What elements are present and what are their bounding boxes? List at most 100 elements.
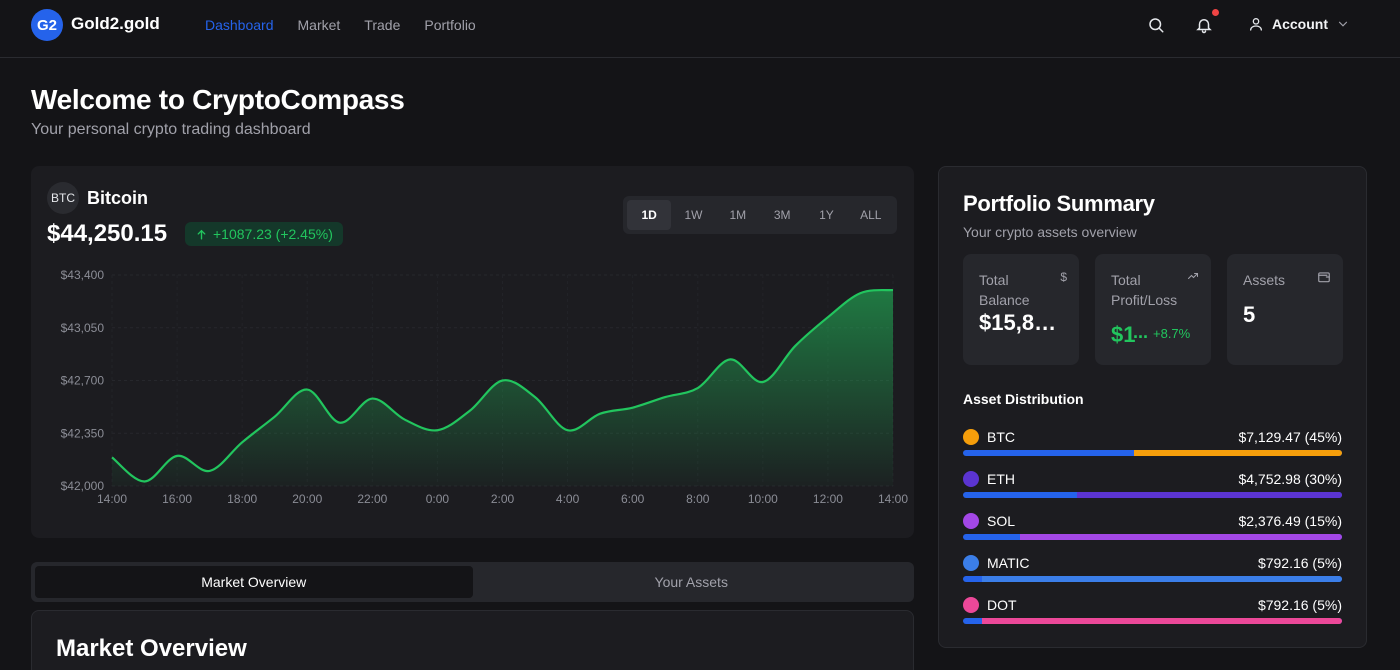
y-tick-label: $42,350 — [61, 426, 105, 440]
main-nav: Dashboard Market Trade Portfolio — [205, 17, 500, 33]
price-change-value: +1087.23 (+2.45%) — [213, 226, 333, 242]
coin-price: $44,250.15 — [47, 220, 168, 247]
page-subtitle: Your personal crypto trading dashboard — [31, 121, 311, 138]
page-title: Welcome to CryptoCompass — [31, 84, 405, 115]
coin-name: Bitcoin — [87, 188, 148, 208]
asset-progress-fill — [981, 618, 1342, 624]
asset-progress-bar — [963, 576, 1342, 582]
nav-portfolio[interactable]: Portfolio — [424, 17, 475, 33]
stat-percent-change: ... +8.7% — [1133, 322, 1191, 342]
arrow-up-icon — [197, 229, 206, 240]
x-tick-label: 10:00 — [748, 492, 778, 506]
range-1y[interactable]: 1Y — [804, 200, 848, 230]
stat-value: 5 — [1243, 302, 1256, 327]
asset-value: $2,376.49 (15%) — [1238, 513, 1342, 529]
market-overview-card: Market Overview — [31, 610, 914, 670]
asset-progress-fill — [1133, 450, 1342, 456]
asset-progress-fill — [1076, 492, 1342, 498]
asset-value: $4,752.98 (30%) — [1238, 471, 1342, 487]
asset-symbol: MATIC — [987, 555, 1030, 571]
y-tick-label: $43,400 — [61, 268, 105, 282]
asset-row-btc[interactable]: BTC $7,129.47 (45%) — [963, 428, 1342, 456]
stat-ellipsis: ... — [1133, 322, 1149, 342]
x-tick-label: 0:00 — [426, 492, 450, 506]
asset-row-sol[interactable]: SOL $2,376.49 (15%) — [963, 512, 1342, 540]
range-3m[interactable]: 3M — [760, 200, 804, 230]
asset-symbol: SOL — [987, 513, 1016, 529]
asset-progress-bar — [963, 492, 1342, 498]
range-1d[interactable]: 1D — [627, 200, 672, 230]
stat-value: $1,267.45 — [1111, 322, 1135, 347]
range-1w[interactable]: 1W — [671, 200, 715, 230]
stat-value: $15,843.06 — [979, 310, 1065, 335]
asset-row-eth[interactable]: ETH $4,752.98 (30%) — [963, 470, 1342, 498]
top-navbar: G2 Gold2.gold Dashboard Market Trade Por… — [0, 0, 1400, 58]
asset-color-dot — [963, 597, 979, 613]
price-area-chart[interactable]: $43,400$43,050$42,700$42,350$42,00014:00… — [31, 261, 914, 521]
market-overview-title: Market Overview — [56, 635, 247, 662]
portfolio-subtitle: Your crypto assets overview — [963, 224, 1137, 240]
x-tick-label: 14:00 — [97, 492, 127, 506]
stat-label: Total Profit/Loss — [1111, 272, 1178, 308]
nav-dashboard[interactable]: Dashboard — [205, 17, 274, 33]
portfolio-title: Portfolio Summary — [963, 191, 1155, 216]
price-chart-card: BTC Bitcoin $44,250.15 +1087.23 (+2.45%)… — [31, 166, 914, 538]
nav-trade[interactable]: Trade — [364, 17, 400, 33]
x-tick-label: 16:00 — [162, 492, 192, 506]
stat-total-profit-loss: Total Profit/Loss $1,267.45 ... +8.7% — [1095, 254, 1211, 365]
tab-your-assets[interactable]: Your Assets — [473, 566, 911, 598]
asset-color-dot — [963, 513, 979, 529]
chevron-down-icon — [1338, 21, 1348, 27]
x-tick-label: 20:00 — [292, 492, 322, 506]
price-change-badge: +1087.23 (+2.45%) — [185, 222, 343, 246]
x-tick-label: 8:00 — [686, 492, 710, 506]
asset-value: $7,129.47 (45%) — [1238, 429, 1342, 445]
asset-color-dot — [963, 429, 979, 445]
x-tick-label: 4:00 — [556, 492, 580, 506]
asset-progress-bar — [963, 534, 1342, 540]
asset-progress-fill — [1019, 534, 1342, 540]
trending-up-icon — [1188, 273, 1198, 279]
asset-progress-bar — [963, 618, 1342, 624]
x-tick-label: 6:00 — [621, 492, 645, 506]
x-tick-label: 18:00 — [227, 492, 257, 506]
x-tick-label: 22:00 — [357, 492, 387, 506]
stat-label: Assets — [1243, 272, 1286, 288]
brand-logo[interactable]: G2 — [31, 9, 63, 41]
wallet-icon — [1318, 272, 1330, 283]
range-all[interactable]: ALL — [849, 200, 893, 230]
bell-icon[interactable] — [1195, 16, 1213, 34]
nav-market[interactable]: Market — [298, 17, 341, 33]
asset-distribution-title: Asset Distribution — [963, 391, 1084, 407]
user-icon — [1250, 18, 1262, 31]
search-icon[interactable] — [1147, 16, 1165, 34]
asset-value: $792.16 (5%) — [1257, 597, 1342, 613]
asset-symbol: DOT — [987, 597, 1017, 613]
asset-row-dot[interactable]: DOT $792.16 (5%) — [963, 596, 1342, 624]
notification-badge — [1212, 9, 1219, 16]
x-tick-label: 2:00 — [491, 492, 515, 506]
stat-total-balance: Total Balance $ $15,843.06 — [963, 254, 1079, 365]
account-menu[interactable]: Account — [1248, 16, 1350, 32]
range-1m[interactable]: 1M — [716, 200, 760, 230]
time-range-selector: 1D 1W 1M 3M 1Y ALL — [623, 196, 897, 234]
asset-progress-bar — [963, 450, 1342, 456]
stat-assets-count: Assets 5 — [1227, 254, 1343, 365]
asset-progress-fill — [981, 576, 1342, 582]
asset-color-dot — [963, 555, 979, 571]
asset-symbol: BTC — [987, 429, 1015, 445]
x-tick-label: 14:00 — [878, 492, 908, 506]
asset-row-matic[interactable]: MATIC $792.16 (5%) — [963, 554, 1342, 582]
tab-market-overview[interactable]: Market Overview — [35, 566, 473, 598]
dollar-icon: $ — [1060, 270, 1067, 284]
stat-label: Total Balance — [979, 272, 1030, 308]
y-tick-label: $42,000 — [61, 479, 105, 493]
brand-name[interactable]: Gold2.gold — [71, 14, 160, 34]
dashboard-tabs: Market Overview Your Assets — [31, 562, 914, 602]
asset-color-dot — [963, 471, 979, 487]
y-tick-label: $42,700 — [61, 374, 105, 388]
x-tick-label: 12:00 — [813, 492, 843, 506]
coin-symbol-badge: BTC — [47, 182, 79, 214]
stat-extra-text: +8.7% — [1153, 326, 1191, 341]
y-tick-label: $43,050 — [61, 321, 105, 335]
